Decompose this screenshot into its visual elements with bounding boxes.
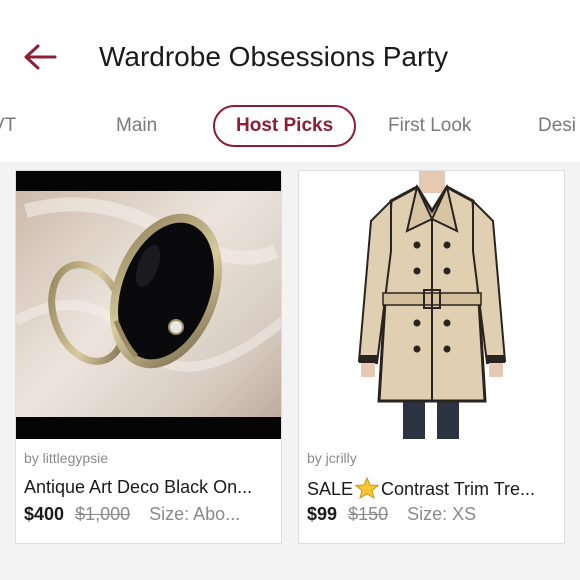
tab-bar: VT Main Host Picks First Look Desi <box>0 90 580 162</box>
status-bar-area <box>0 0 580 34</box>
trench-coat-photo <box>299 171 564 439</box>
listing-seller[interactable]: by littlegypsie <box>24 450 108 466</box>
tab-vt[interactable]: VT <box>0 105 16 147</box>
listing-price: $400 <box>24 504 65 524</box>
listing-title: SALE Contrast Trim Tre... <box>307 477 559 500</box>
listing-price-row: $99 $150 Size: XS <box>307 504 559 525</box>
tab-desi[interactable]: Desi <box>538 105 576 147</box>
back-button[interactable] <box>22 42 62 76</box>
listing-title: Antique Art Deco Black On... <box>24 477 253 497</box>
sale-label: SALE <box>307 479 354 499</box>
page-header: Wardrobe Obsessions Party <box>0 34 580 90</box>
tab-first-look[interactable]: First Look <box>388 105 471 147</box>
listing-card-ring[interactable]: by littlegypsie Antique Art Deco Black O… <box>15 170 282 544</box>
listing-grid: by littlegypsie Antique Art Deco Black O… <box>0 162 580 580</box>
listing-original-price: $1,000 <box>75 504 131 524</box>
listing-card-trench[interactable]: by jcrilly SALE Contrast Trim Tre... $99 … <box>298 170 565 544</box>
app-screen: Wardrobe Obsessions Party VT Main Host P… <box>0 0 580 580</box>
arrow-left-icon <box>24 44 57 70</box>
listing-seller[interactable]: by jcrilly <box>307 450 357 466</box>
listing-original-price: $150 <box>348 504 389 524</box>
ring-photo <box>16 171 281 439</box>
listing-image-ring[interactable] <box>16 171 281 439</box>
listing-size: Size: XS <box>407 504 477 524</box>
listing-price: $99 <box>307 504 338 524</box>
listing-image-trench[interactable] <box>299 171 564 439</box>
listing-size: Size: Abo... <box>149 504 241 524</box>
page-title: Wardrobe Obsessions Party <box>99 41 449 72</box>
tab-main[interactable]: Main <box>116 105 157 147</box>
listing-price-row: $400 $1,000 Size: Abo... <box>24 504 276 525</box>
listing-title-text: Contrast Trim Tre... <box>381 479 536 499</box>
tab-host-picks[interactable]: Host Picks <box>213 105 357 147</box>
star-icon <box>355 477 380 499</box>
